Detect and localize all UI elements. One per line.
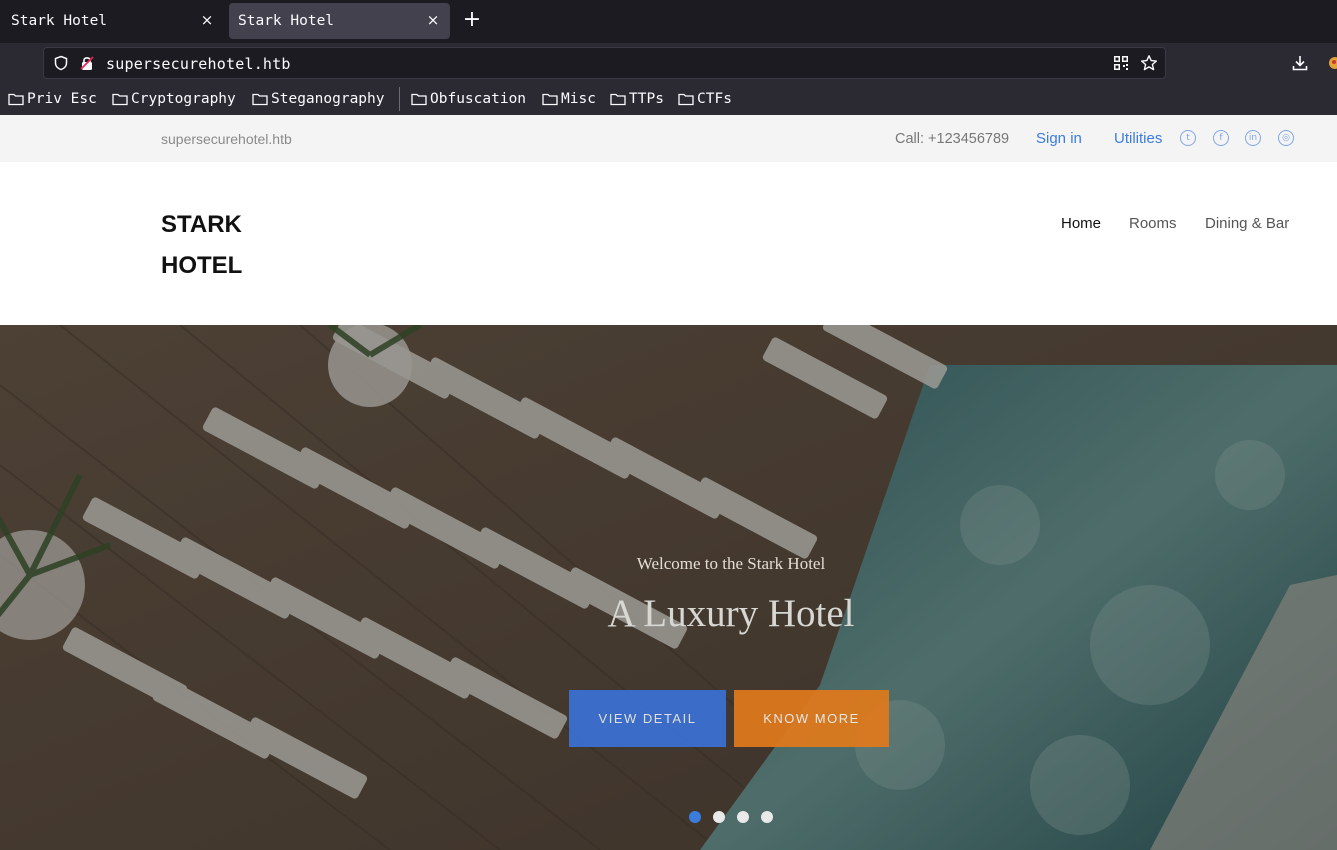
twitter-icon[interactable]: t xyxy=(1180,130,1196,146)
tab-strip: Stark Hotel × Stark Hotel × + xyxy=(0,0,1337,43)
hero-slider: Welcome to the Stark Hotel A Luxury Hote… xyxy=(0,325,1337,850)
bookmark-label: Priv Esc xyxy=(27,91,97,107)
bookmark-folder-ttps[interactable]: TTPs xyxy=(610,89,664,109)
know-more-button[interactable]: KNOW MORE xyxy=(734,690,889,747)
qr-code-icon[interactable] xyxy=(1113,55,1129,71)
folder-icon xyxy=(411,93,427,106)
bookmark-separator xyxy=(399,87,400,111)
folder-icon xyxy=(112,93,128,106)
bookmark-label: Steganography xyxy=(271,91,385,107)
site-domain: supersecurehotel.htb xyxy=(161,131,292,147)
browser-tab-active[interactable]: Stark Hotel × xyxy=(229,3,450,39)
bookmark-star-icon[interactable] xyxy=(1140,54,1158,72)
dribbble-icon[interactable]: ◎ xyxy=(1278,130,1294,146)
site-logo[interactable]: STARK HOTEL xyxy=(161,204,281,286)
folder-icon xyxy=(678,93,694,106)
slider-dot-4[interactable] xyxy=(761,811,773,823)
site-header: STARK HOTEL Home Rooms Dining & Bar xyxy=(0,162,1337,325)
bookmark-folder-ctfs[interactable]: CTFs xyxy=(678,89,732,109)
bookmark-folder-priv-esc[interactable]: Priv Esc xyxy=(8,89,97,109)
close-icon[interactable]: × xyxy=(425,12,441,28)
browser-tab[interactable]: Stark Hotel × xyxy=(2,3,224,39)
bookmark-folder-cryptography[interactable]: Cryptography xyxy=(112,89,236,109)
facebook-icon[interactable]: f xyxy=(1213,130,1229,146)
address-bar[interactable]: supersecurehotel.htb xyxy=(43,47,1166,79)
slider-dot-1[interactable] xyxy=(689,811,701,823)
url-text[interactable]: supersecurehotel.htb xyxy=(106,55,291,73)
new-tab-button[interactable]: + xyxy=(461,9,483,33)
nav-dining-bar[interactable]: Dining & Bar xyxy=(1205,215,1289,232)
folder-icon xyxy=(252,93,268,106)
hero-title: A Luxury Hotel xyxy=(607,592,855,635)
bookmark-label: Cryptography xyxy=(131,91,236,107)
folder-icon xyxy=(8,93,24,106)
close-icon[interactable]: × xyxy=(199,12,215,28)
hero-subtitle: Welcome to the Stark Hotel xyxy=(636,554,826,573)
sign-in-link[interactable]: Sign in xyxy=(1036,130,1082,147)
browser-toolbar: supersecurehotel.htb xyxy=(0,43,1337,83)
bookmarks-toolbar: Priv Esc Cryptography Steganography Obfu… xyxy=(0,83,1337,115)
bookmark-folder-misc[interactable]: Misc xyxy=(542,89,596,109)
slider-dot-3[interactable] xyxy=(737,811,749,823)
utilities-link[interactable]: Utilities xyxy=(1114,130,1162,147)
tab-title: Stark Hotel xyxy=(11,13,108,29)
bookmark-folder-steganography[interactable]: Steganography xyxy=(252,89,385,109)
lock-icon[interactable] xyxy=(79,55,95,71)
bookmark-label: Misc xyxy=(561,91,596,107)
web-page: supersecurehotel.htb Call: +123456789 Si… xyxy=(0,115,1337,850)
nav-rooms[interactable]: Rooms xyxy=(1129,215,1177,232)
bookmark-folder-obfuscation[interactable]: Obfuscation xyxy=(411,89,526,109)
linkedin-icon[interactable]: in xyxy=(1245,130,1261,146)
view-detail-button[interactable]: VIEW DETAIL xyxy=(569,690,726,747)
folder-icon xyxy=(542,93,558,106)
call-number: Call: +123456789 xyxy=(895,131,1010,147)
extension-icon[interactable] xyxy=(1327,54,1337,72)
slider-dot-2[interactable] xyxy=(713,811,725,823)
hero-background-image xyxy=(0,325,1337,850)
site-topbar: supersecurehotel.htb Call: +123456789 Si… xyxy=(0,115,1337,162)
tab-title: Stark Hotel xyxy=(238,13,335,29)
bookmark-label: CTFs xyxy=(697,91,732,107)
nav-home[interactable]: Home xyxy=(1061,215,1101,232)
folder-icon xyxy=(610,93,626,106)
shield-icon[interactable] xyxy=(53,55,69,71)
bookmark-label: Obfuscation xyxy=(430,91,527,107)
download-icon[interactable] xyxy=(1291,54,1309,72)
bookmark-label: TTPs xyxy=(629,91,664,107)
